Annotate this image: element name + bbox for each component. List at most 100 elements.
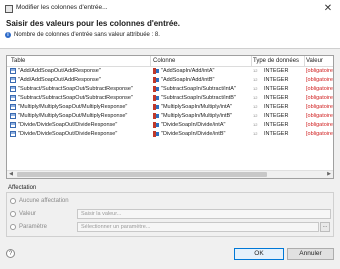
input-parameter-icon (153, 113, 159, 119)
valeur-input[interactable]: Saisir la valeur... (77, 209, 331, 219)
integer-type-icon: 12 (253, 122, 258, 127)
browse-parameter-button[interactable]: ... (320, 222, 330, 232)
table-icon (10, 77, 16, 83)
radio-button[interactable] (10, 198, 16, 204)
cell-colonne: "AddSoapIn/Add/intA" (161, 68, 215, 74)
cell-type: INTEGER (264, 113, 289, 119)
title-bar: Modifier les colonnes d'entrée... ✕ (0, 0, 340, 18)
cell-valeur[interactable]: [obligatoire (306, 130, 333, 138)
integer-type-icon: 12 (253, 95, 258, 100)
table-icon (10, 122, 16, 128)
table-row[interactable]: "Subtract/SubtractSoapOut/SubtractRespon… (7, 85, 333, 93)
dialog-header: Saisir des valeurs pour les colonnes d'e… (0, 18, 340, 48)
integer-type-icon: 12 (253, 77, 258, 82)
cell-valeur[interactable]: [obligatoire (306, 67, 333, 75)
parametre-input[interactable]: Sélectionner un paramètre... (77, 222, 319, 232)
cell-type: INTEGER (264, 95, 289, 101)
table-row[interactable]: "Multiply/MultiplySoapOut/MultiplyRespon… (7, 103, 333, 111)
cell-table: "Subtract/SubtractSoapOut/SubtractRespon… (18, 95, 133, 101)
info-message: i Nombre de colonnes d'entrée sans valeu… (5, 32, 160, 38)
table-icon (10, 95, 16, 101)
radio-button[interactable] (10, 211, 16, 217)
radio-button[interactable] (10, 224, 16, 230)
input-parameter-icon (153, 77, 159, 83)
column-divider[interactable] (304, 56, 305, 66)
cell-type: INTEGER (264, 86, 289, 92)
scroll-left-icon[interactable]: ◀ (8, 172, 14, 177)
horizontal-scrollbar[interactable]: ◀ ▶ (7, 170, 333, 178)
page-title: Saisir des valeurs pour les colonnes d'e… (6, 19, 180, 28)
input-parameter-icon (153, 95, 159, 101)
cell-colonne: "SubtractSoapIn/Subtract/intB" (161, 95, 236, 101)
info-text: Nombre de colonnes d'entrée sans valeur … (14, 32, 160, 38)
cell-table: "Add/AddSoapOut/AddResponse" (18, 68, 101, 74)
info-icon: i (5, 32, 11, 38)
dialog-window: Modifier les colonnes d'entrée... ✕ Sais… (0, 0, 340, 269)
input-parameter-icon (153, 68, 159, 74)
help-button[interactable]: ? (6, 249, 15, 258)
column-header-valeur[interactable]: Valeur (306, 58, 323, 64)
input-parameter-icon (153, 86, 159, 92)
input-parameter-icon (153, 122, 159, 128)
cell-type: INTEGER (264, 122, 289, 128)
window-title: Modifier les colonnes d'entrée... (16, 4, 108, 11)
table-icon (10, 68, 16, 74)
cell-colonne: "AddSoapIn/Add/intB" (161, 77, 215, 83)
column-header-table[interactable]: Table (11, 58, 25, 64)
integer-type-icon: 12 (253, 104, 258, 109)
column-divider[interactable] (150, 56, 151, 66)
cell-valeur[interactable]: [obligatoire (306, 121, 333, 129)
cell-colonne: "DivideSoapIn/Divide/intA" (161, 122, 226, 128)
radio-parametre[interactable]: Paramètre (10, 224, 47, 230)
table-icon (10, 104, 16, 110)
table-icon (10, 113, 16, 119)
cell-colonne: "MultiplySoapIn/Multiply/intA" (161, 104, 233, 110)
affectation-label: Affectation (8, 185, 37, 191)
cell-type: INTEGER (264, 68, 289, 74)
table-icon (10, 131, 16, 137)
close-button[interactable]: ✕ (322, 3, 334, 15)
scroll-right-icon[interactable]: ▶ (326, 172, 332, 177)
cell-type: INTEGER (264, 104, 289, 110)
radio-aucune-affectation[interactable]: Aucune affectation (10, 198, 69, 204)
table-row[interactable]: "Divide/DivideSoapOut/DivideResponse" "Di… (7, 121, 333, 129)
cell-table: "Multiply/MultiplySoapOut/MultiplyRespon… (18, 113, 128, 119)
column-divider[interactable] (251, 56, 252, 66)
cell-table: "Divide/DivideSoapOut/DivideResponse" (18, 122, 118, 128)
table-row[interactable]: "Subtract/SubtractSoapOut/SubtractRespon… (7, 94, 333, 102)
cancel-button[interactable]: Annuler (287, 248, 334, 260)
radio-label: Valeur (19, 211, 36, 217)
cell-valeur[interactable]: [obligatoire (306, 112, 333, 120)
cell-colonne: "SubtractSoapIn/Subtract/intA" (161, 86, 236, 92)
cell-valeur[interactable]: [obligatoire (306, 94, 333, 102)
cell-type: INTEGER (264, 131, 289, 137)
cell-table: "Multiply/MultiplySoapOut/MultiplyRespon… (18, 104, 128, 110)
integer-type-icon: 12 (253, 86, 258, 91)
cell-valeur[interactable]: [obligatoire (306, 103, 333, 111)
radio-valeur[interactable]: Valeur (10, 211, 36, 217)
cell-type: INTEGER (264, 77, 289, 83)
column-header-type[interactable]: Type de données (253, 58, 299, 64)
table-row[interactable]: "Divide/DivideSoapOut/DivideResponse" "Di… (7, 130, 333, 138)
affectation-group: Aucune affectation Valeur Saisir la vale… (6, 192, 334, 237)
ok-button[interactable]: OK (234, 248, 284, 260)
cell-colonne: "DivideSoapIn/Divide/intB" (161, 131, 226, 137)
input-columns-table: Table Colonne Type de données Valeur "Ad… (6, 55, 334, 179)
input-parameter-icon (153, 131, 159, 137)
table-row[interactable]: "Multiply/MultiplySoapOut/MultiplyRespon… (7, 112, 333, 120)
cell-valeur[interactable]: [obligatoire (306, 76, 333, 84)
window-app-icon (5, 5, 13, 13)
radio-label: Paramètre (19, 224, 48, 230)
dialog-body: Table Colonne Type de données Valeur "Ad… (0, 49, 340, 269)
input-parameter-icon (153, 104, 159, 110)
table-row[interactable]: "Add/AddSoapOut/AddResponse" "AddSoapIn/A… (7, 67, 333, 75)
cell-valeur[interactable]: [obligatoire (306, 85, 333, 93)
column-header-colonne[interactable]: Colonne (153, 58, 175, 64)
integer-type-icon: 12 (253, 113, 258, 118)
cell-colonne: "MultiplySoapIn/Multiply/intB" (161, 113, 233, 119)
scrollbar-thumb[interactable] (17, 172, 267, 177)
table-row[interactable]: "Add/AddSoapOut/AddResponse" "AddSoapIn/A… (7, 76, 333, 84)
cell-table: "Divide/DivideSoapOut/DivideResponse" (18, 131, 118, 137)
table-header: Table Colonne Type de données Valeur (7, 56, 333, 67)
integer-type-icon: 12 (253, 68, 258, 73)
